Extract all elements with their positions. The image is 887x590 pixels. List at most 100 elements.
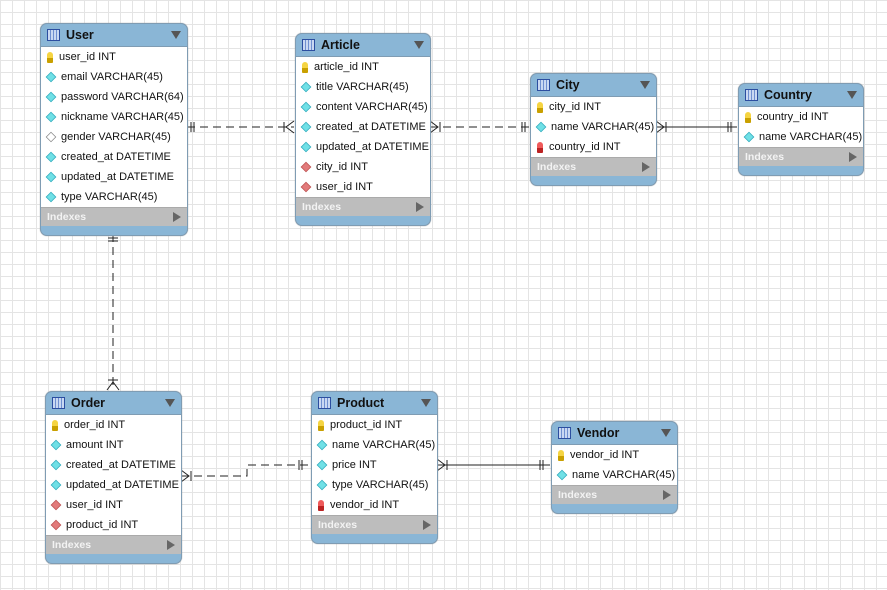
column-row[interactable]: country_id INT (739, 107, 863, 127)
indexes-label: Indexes (318, 519, 358, 531)
column-row[interactable]: password VARCHAR(64) (41, 87, 187, 107)
column-label: user_id INT (59, 51, 116, 63)
column-label: name VARCHAR(45) (759, 131, 863, 143)
indexes-section[interactable]: Indexes (531, 157, 656, 176)
column-row[interactable]: order_id INT (46, 415, 181, 435)
column-row[interactable]: vendor_id INT (552, 445, 677, 465)
column-row[interactable]: amount INT (46, 435, 181, 455)
column-list: user_id INT email VARCHAR(45) password VAR… (41, 46, 187, 207)
column-row[interactable]: product_id INT (312, 415, 437, 435)
column-row[interactable]: updated_at DATETIME (296, 137, 430, 157)
column-row[interactable]: gender VARCHAR(45) (41, 127, 187, 147)
indexes-section[interactable]: Indexes (552, 485, 677, 504)
column-row[interactable]: created_at DATETIME (296, 117, 430, 137)
column-row[interactable]: city_id INT (531, 97, 656, 117)
collapse-toggle-icon[interactable] (661, 429, 671, 437)
column-row[interactable]: email VARCHAR(45) (41, 67, 187, 87)
table-header[interactable]: City (531, 74, 656, 96)
relationship-order-product[interactable] (180, 460, 310, 483)
column-row[interactable]: user_id INT (46, 495, 181, 515)
table-vendor[interactable]: Vendor vendor_id INT name VARCHAR(45) Index… (551, 421, 678, 514)
column-diamond-icon (45, 191, 57, 203)
table-user[interactable]: User user_id INT email VARCHAR(45) password… (40, 23, 188, 236)
foreign-key-diamond-icon (300, 181, 312, 193)
column-row[interactable]: content VARCHAR(45) (296, 97, 430, 117)
column-list: vendor_id INT name VARCHAR(45) (552, 444, 677, 485)
column-diamond-icon (50, 479, 62, 491)
column-label: password VARCHAR(64) (61, 91, 184, 103)
column-row[interactable]: product_id INT (46, 515, 181, 535)
relationship-user-article[interactable] (187, 120, 295, 134)
indexes-label: Indexes (558, 489, 598, 501)
column-row[interactable]: created_at DATETIME (41, 147, 187, 167)
expand-arrow-icon[interactable] (423, 520, 431, 530)
table-order[interactable]: Order order_id INT amount INT created_at DA… (45, 391, 182, 564)
column-row[interactable]: name VARCHAR(45) (312, 435, 437, 455)
expand-arrow-icon[interactable] (173, 212, 181, 222)
column-row[interactable]: user_id INT (41, 47, 187, 67)
column-row[interactable]: nickname VARCHAR(45) (41, 107, 187, 127)
indexes-section[interactable]: Indexes (46, 535, 181, 554)
expand-arrow-icon[interactable] (849, 152, 857, 162)
column-label: created_at DATETIME (61, 151, 171, 163)
column-row[interactable]: user_id INT (296, 177, 430, 197)
column-label: price INT (332, 459, 377, 471)
table-country[interactable]: Country country_id INT name VARCHAR(45) Ind… (738, 83, 864, 176)
column-label: amount INT (66, 439, 124, 451)
expand-arrow-icon[interactable] (167, 540, 175, 550)
foreign-key-icon (537, 141, 543, 153)
column-diamond-icon (45, 151, 57, 163)
collapse-toggle-icon[interactable] (171, 31, 181, 39)
relationship-product-vendor[interactable] (436, 458, 550, 472)
table-city[interactable]: City city_id INT name VARCHAR(45) country_i… (530, 73, 657, 186)
relationship-user-order[interactable] (106, 234, 120, 391)
column-row[interactable]: country_id INT (531, 137, 656, 157)
table-name: User (66, 28, 94, 42)
column-row[interactable]: type VARCHAR(45) (41, 187, 187, 207)
column-label: article_id INT (314, 61, 379, 73)
table-product[interactable]: Product product_id INT name VARCHAR(45) pri… (311, 391, 438, 544)
column-diamond-icon (743, 131, 755, 143)
table-icon (558, 427, 571, 439)
table-header[interactable]: Vendor (552, 422, 677, 444)
collapse-toggle-icon[interactable] (640, 81, 650, 89)
column-row[interactable]: updated_at DATETIME (46, 475, 181, 495)
table-header[interactable]: Order (46, 392, 181, 414)
table-header[interactable]: Country (739, 84, 863, 106)
expand-arrow-icon[interactable] (642, 162, 650, 172)
column-label: order_id INT (64, 419, 126, 431)
relationship-city-country[interactable] (655, 120, 737, 134)
table-article[interactable]: Article article_id INT title VARCHAR(45) co… (295, 33, 431, 226)
collapse-toggle-icon[interactable] (421, 399, 431, 407)
expand-arrow-icon[interactable] (663, 490, 671, 500)
relationship-article-city[interactable] (429, 120, 529, 134)
column-row[interactable]: title VARCHAR(45) (296, 77, 430, 97)
table-header[interactable]: Article (296, 34, 430, 56)
column-row[interactable]: type VARCHAR(45) (312, 475, 437, 495)
indexes-section[interactable]: Indexes (41, 207, 187, 226)
indexes-section[interactable]: Indexes (739, 147, 863, 166)
table-icon (52, 397, 65, 409)
column-row[interactable]: name VARCHAR(45) (739, 127, 863, 147)
column-row[interactable]: price INT (312, 455, 437, 475)
column-label: vendor_id INT (330, 499, 400, 511)
column-row[interactable]: name VARCHAR(45) (531, 117, 656, 137)
expand-arrow-icon[interactable] (416, 202, 424, 212)
collapse-toggle-icon[interactable] (165, 399, 175, 407)
column-row[interactable]: updated_at DATETIME (41, 167, 187, 187)
column-row[interactable]: city_id INT (296, 157, 430, 177)
table-footer (41, 226, 187, 235)
collapse-toggle-icon[interactable] (847, 91, 857, 99)
table-header[interactable]: User (41, 24, 187, 46)
column-row[interactable]: vendor_id INT (312, 495, 437, 515)
column-row[interactable]: article_id INT (296, 57, 430, 77)
collapse-toggle-icon[interactable] (414, 41, 424, 49)
indexes-section[interactable]: Indexes (296, 197, 430, 216)
column-label: created_at DATETIME (66, 459, 176, 471)
column-row[interactable]: name VARCHAR(45) (552, 465, 677, 485)
table-header[interactable]: Product (312, 392, 437, 414)
column-row[interactable]: created_at DATETIME (46, 455, 181, 475)
foreign-key-diamond-icon (50, 499, 62, 511)
column-diamond-icon (300, 141, 312, 153)
indexes-section[interactable]: Indexes (312, 515, 437, 534)
